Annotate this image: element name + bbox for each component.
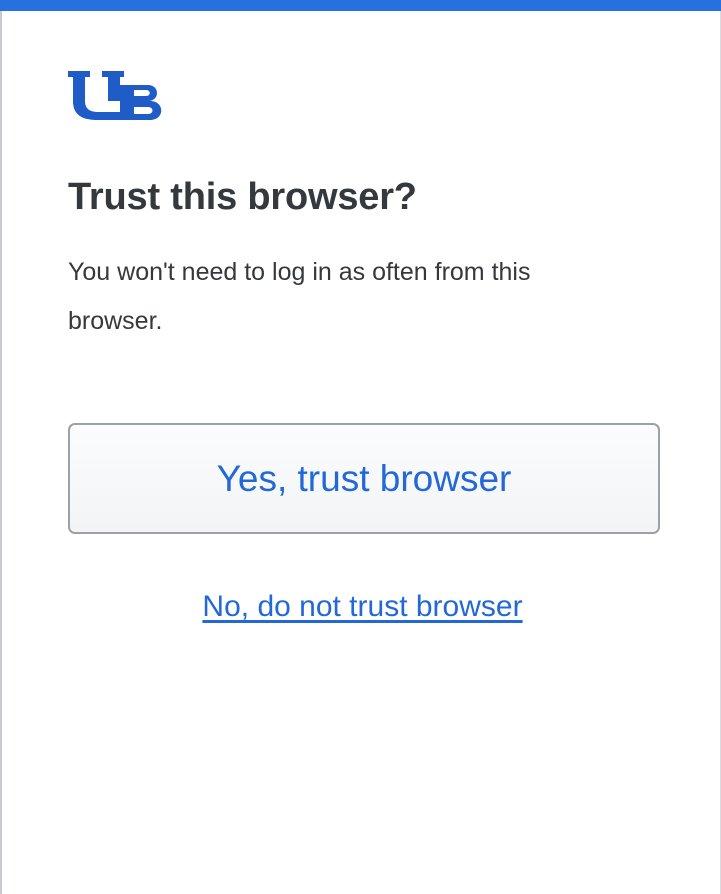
ub-logo-icon <box>68 71 162 120</box>
page-title: Trust this browser? <box>68 176 417 218</box>
no-trust-container: No, do not trust browser <box>2 590 721 624</box>
trust-browser-dialog: Trust this browser? You won't need to lo… <box>0 0 721 894</box>
trust-browser-button[interactable]: Yes, trust browser <box>68 423 660 534</box>
top-accent-bar <box>0 0 721 11</box>
do-not-trust-link[interactable]: No, do not trust browser <box>202 590 522 623</box>
description-text: You won't need to log in as often from t… <box>68 258 531 335</box>
